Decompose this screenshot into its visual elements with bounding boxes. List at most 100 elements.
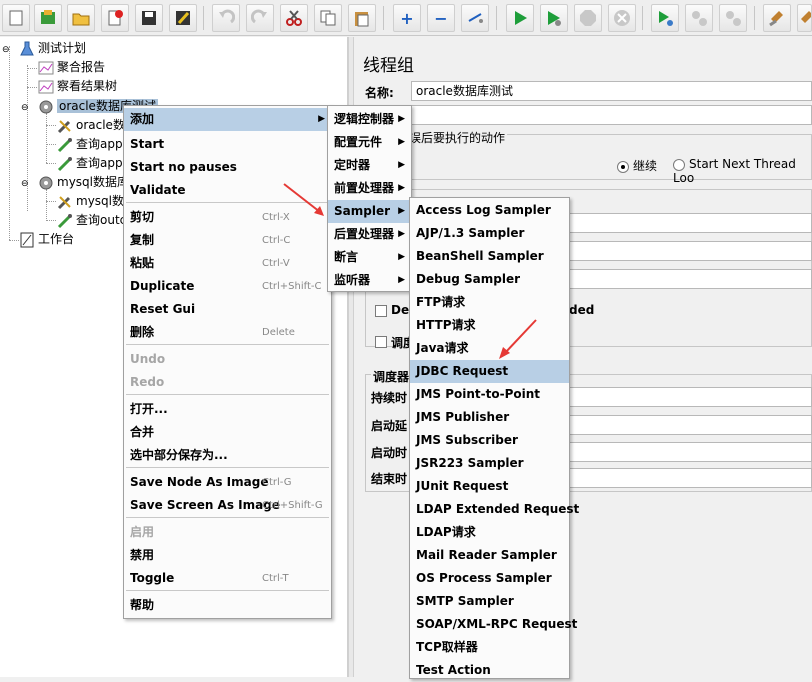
toggle-icon[interactable] — [461, 4, 489, 32]
remote-stop-icon[interactable] — [685, 4, 713, 32]
tree-node-jdbc-request[interactable]: 查询outc — [57, 211, 126, 230]
delay-thread-checkbox[interactable] — [375, 305, 387, 317]
clear-icon[interactable] — [763, 4, 791, 32]
shortcut-label: Ctrl-V — [262, 258, 290, 269]
scheduler-checkbox[interactable] — [375, 336, 387, 348]
open-icon[interactable] — [67, 4, 95, 32]
remote-shutdown-icon[interactable] — [719, 4, 747, 32]
menu-item-label: Undo — [130, 352, 166, 366]
radio-selected-icon — [617, 160, 629, 173]
context-menu-item-9[interactable]: 删除 Delete — [124, 321, 331, 344]
context-menu-item-14[interactable]: 选中部分保存为... — [124, 444, 331, 467]
context-menu-item-13[interactable]: 合并 — [124, 421, 331, 444]
next-loop-radio[interactable]: Start Next Thread Loo — [673, 157, 812, 185]
context-menu-item-5[interactable]: 复制 Ctrl-C — [124, 229, 331, 252]
context-menu-item-20[interactable]: 帮助 — [124, 594, 331, 617]
sampler-item-test-action[interactable]: Test Action — [410, 659, 569, 682]
comments-input[interactable] — [411, 105, 812, 125]
redo-icon[interactable] — [246, 4, 274, 32]
context-menu-item-undo[interactable]: Undo — [124, 348, 331, 371]
sampler-item-os-process-sampler[interactable]: OS Process Sampler — [410, 567, 569, 590]
tree-toggle[interactable]: ⊖ — [2, 39, 10, 58]
sampler-item-ajp-1-3-sampler[interactable]: AJP/1.3 Sampler — [410, 222, 569, 245]
name-input[interactable]: oracle数据库测试 — [411, 81, 812, 101]
sampler-item-jms-publisher[interactable]: JMS Publisher — [410, 406, 569, 429]
tree-node-test-plan[interactable]: 测试计划 — [19, 39, 86, 58]
menu-item-label: 选中部分保存为... — [130, 448, 228, 462]
context-menu-item-6[interactable]: 粘贴 Ctrl-V — [124, 252, 331, 275]
sampler-item-ldap-extended-request[interactable]: LDAP Extended Request — [410, 498, 579, 521]
context-menu-item-toggle[interactable]: Toggle Ctrl-T — [124, 567, 331, 590]
new-icon[interactable] — [2, 4, 30, 32]
tree-node-jdbc-request[interactable]: 查询app — [57, 154, 123, 173]
context-menu-item-12[interactable]: 打开... — [124, 398, 331, 421]
sampler-item-junit-request[interactable]: JUnit Request — [410, 475, 569, 498]
sampler-item-smtp-sampler[interactable]: SMTP Sampler — [410, 590, 569, 613]
tree-node-jdbc-request[interactable]: 查询app — [57, 135, 123, 154]
sampler-item-soap-xml-rpc-request[interactable]: SOAP/XML-RPC Request — [410, 613, 577, 636]
sampler-item-tcp[interactable]: TCP取样器 — [410, 636, 569, 659]
sampler-item-ldap[interactable]: LDAP请求 — [410, 521, 569, 544]
menu-item-label: Mail Reader Sampler — [416, 548, 557, 562]
save-as-icon[interactable] — [169, 4, 197, 32]
cut-icon[interactable] — [280, 4, 308, 32]
context-menu-item-18[interactable]: 禁用 — [124, 544, 331, 567]
shutdown-icon[interactable] — [608, 4, 636, 32]
submenu-arrow-icon: ▶ — [398, 160, 405, 170]
copy-icon[interactable] — [314, 4, 342, 32]
menu-item-label: 逻辑控制器 — [334, 112, 395, 126]
context-menu-item-save-node-as-image[interactable]: Save Node As Image Ctrl-G — [124, 471, 331, 494]
menu-item-label: Start — [130, 137, 165, 151]
context-menu-item-17[interactable]: 启用 — [124, 521, 331, 544]
tree-node-workbench[interactable]: 工作台 — [19, 230, 74, 249]
sampler-item-jdbc-request[interactable]: JDBC Request — [410, 360, 569, 383]
sampler-item-jsr223-sampler[interactable]: JSR223 Sampler — [410, 452, 569, 475]
menu-item-label: JUnit Request — [416, 479, 509, 493]
add-submenu-item-6[interactable]: 断言 ▶ — [328, 246, 411, 269]
save-icon[interactable] — [135, 4, 163, 32]
submenu-arrow-icon: ▶ — [318, 114, 325, 124]
context-menu-item-reset-gui[interactable]: Reset Gui — [124, 298, 331, 321]
tree-node-view-results-tree[interactable]: 察看结果树 — [38, 77, 117, 96]
tree-node-jdbc-config[interactable]: oracle数 — [57, 116, 125, 135]
context-menu-item-save-screen-as-image[interactable]: Save Screen As Image Ctrl+Shift-G — [124, 494, 331, 517]
close-icon[interactable] — [101, 4, 129, 32]
context-menu-item-redo[interactable]: Redo — [124, 371, 331, 394]
tree-toggle[interactable]: ⊖ — [21, 97, 29, 116]
add-submenu-item-7[interactable]: 监听器 ▶ — [328, 269, 411, 292]
sampler-item-beanshell-sampler[interactable]: BeanShell Sampler — [410, 245, 569, 268]
start-no-pause-icon[interactable] — [540, 4, 568, 32]
tree-node-jdbc-config[interactable]: mysql数 — [57, 192, 124, 211]
context-menu-item-start-no-pauses[interactable]: Start no pauses — [124, 156, 331, 179]
remote-start-icon[interactable] — [651, 4, 679, 32]
undo-icon[interactable] — [212, 4, 240, 32]
continue-radio[interactable]: 继续 — [617, 157, 657, 174]
context-menu-item-0[interactable]: 添加 ▶ — [124, 108, 331, 131]
tree-node-aggregate-report[interactable]: 聚合报告 — [38, 58, 105, 77]
tree-toggle[interactable]: ⊖ — [21, 173, 29, 192]
collapse-icon[interactable]: − — [427, 4, 455, 32]
sampler-item-jms-point-to-point[interactable]: JMS Point-to-Point — [410, 383, 569, 406]
add-submenu-item-3[interactable]: 前置处理器 ▶ — [328, 177, 411, 200]
stop-icon[interactable] — [574, 4, 602, 32]
add-submenu-item-0[interactable]: 逻辑控制器 ▶ — [328, 108, 411, 131]
sampler-item-debug-sampler[interactable]: Debug Sampler — [410, 268, 569, 291]
paste-icon[interactable] — [348, 4, 376, 32]
sampler-item-jms-subscriber[interactable]: JMS Subscriber — [410, 429, 569, 452]
add-submenu-item-5[interactable]: 后置处理器 ▶ — [328, 223, 411, 246]
sampler-item-java[interactable]: Java请求 — [410, 337, 569, 360]
add-submenu-item-sampler[interactable]: Sampler ▶ — [328, 200, 411, 223]
sampler-item-mail-reader-sampler[interactable]: Mail Reader Sampler — [410, 544, 569, 567]
add-submenu-item-2[interactable]: 定时器 ▶ — [328, 154, 411, 177]
add-submenu-item-1[interactable]: 配置元件 ▶ — [328, 131, 411, 154]
clear-all-icon[interactable] — [797, 4, 812, 32]
sampler-item-access-log-sampler[interactable]: Access Log Sampler — [410, 199, 569, 222]
tree-node-mysql-thread-group[interactable]: mysql数据库 — [38, 173, 129, 192]
sampler-item-http[interactable]: HTTP请求 — [410, 314, 569, 337]
expand-icon[interactable]: + — [393, 4, 421, 32]
templates-icon[interactable] — [34, 4, 62, 32]
sampler-item-ftp[interactable]: FTP请求 — [410, 291, 569, 314]
context-menu-item-start[interactable]: Start — [124, 133, 331, 156]
context-menu-item-duplicate[interactable]: Duplicate Ctrl+Shift-C — [124, 275, 331, 298]
start-icon[interactable] — [506, 4, 534, 32]
